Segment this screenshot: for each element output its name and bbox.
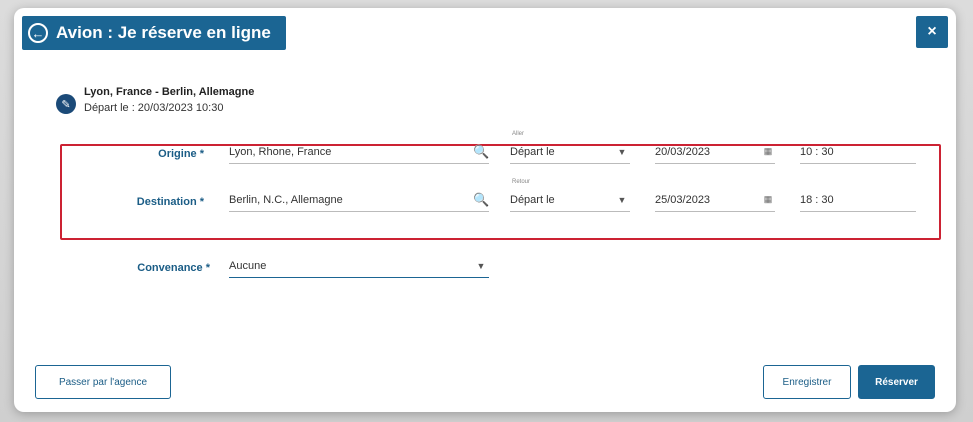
- arrow-left-circle-icon[interactable]: ←: [28, 23, 48, 43]
- summary-departure: Départ le : 20/03/2023 10:30: [84, 102, 224, 114]
- return-label: Retour: [512, 179, 531, 185]
- dialog-title: Avion : Je réserve en ligne: [56, 23, 271, 42]
- destination-date-field[interactable]: 25/03/2023 ▦: [655, 188, 775, 212]
- chevron-down-icon: ▼: [617, 194, 627, 205]
- agency-button[interactable]: Passer par l'agence: [35, 365, 171, 399]
- origin-input[interactable]: Lyon, Rhone, France 🔍: [229, 140, 489, 164]
- convenance-label: Convenance *: [137, 262, 210, 274]
- calendar-icon[interactable]: ▦: [761, 194, 775, 205]
- calendar-icon[interactable]: ▦: [761, 146, 775, 157]
- save-button[interactable]: Enregistrer: [763, 365, 851, 399]
- dialog-title-bar: ← Avion : Je réserve en ligne: [22, 16, 286, 50]
- destination-date-value: 25/03/2023: [655, 193, 711, 206]
- destination-search-icon[interactable]: 🔍: [473, 192, 489, 208]
- origin-mode-select[interactable]: Départ le ▼: [510, 140, 630, 164]
- origin-date-value: 20/03/2023: [655, 145, 711, 158]
- outbound-label: Aller: [512, 131, 525, 137]
- destination-row: Destination * Berlin, N.C., Allemagne 🔍 …: [0, 179, 973, 216]
- convenance-select[interactable]: Aucune ▼: [229, 254, 489, 278]
- destination-time-field[interactable]: 18 : 30: [800, 188, 916, 212]
- edit-pencil-icon[interactable]: ✎: [56, 94, 76, 114]
- chevron-down-icon: ▼: [617, 146, 627, 157]
- destination-time-value: 18 : 30: [800, 193, 834, 206]
- summary-route: Lyon, France - Berlin, Allemagne: [84, 86, 255, 98]
- origin-time-value: 10 : 30: [800, 145, 834, 158]
- chevron-down-icon: ▼: [476, 260, 486, 271]
- convenance-value: Aucune: [229, 259, 267, 272]
- book-button[interactable]: Réserver: [858, 365, 935, 399]
- origin-row: Origine * Lyon, Rhone, France 🔍 Aller Dé…: [0, 131, 973, 168]
- origin-time-field[interactable]: 10 : 30: [800, 140, 916, 164]
- destination-mode-select[interactable]: Départ le ▼: [510, 188, 630, 212]
- destination-input[interactable]: Berlin, N.C., Allemagne 🔍: [229, 188, 489, 212]
- origin-value: Lyon, Rhone, France: [229, 145, 332, 158]
- destination-label: Destination *: [136, 196, 204, 208]
- close-button[interactable]: ×: [916, 16, 948, 48]
- convenance-row: Convenance * Aucune ▼: [0, 254, 973, 282]
- summary-text: Lyon, France - Berlin, Allemagne Départ …: [84, 86, 254, 114]
- origin-search-icon[interactable]: 🔍: [473, 144, 489, 160]
- destination-mode-value: Départ le: [510, 193, 555, 206]
- trip-summary: ✎ Lyon, France - Berlin, Allemagne Dépar…: [56, 86, 254, 114]
- origin-label: Origine *: [158, 148, 204, 160]
- origin-date-field[interactable]: 20/03/2023 ▦: [655, 140, 775, 164]
- origin-mode-value: Départ le: [510, 145, 555, 158]
- destination-value: Berlin, N.C., Allemagne: [229, 193, 343, 206]
